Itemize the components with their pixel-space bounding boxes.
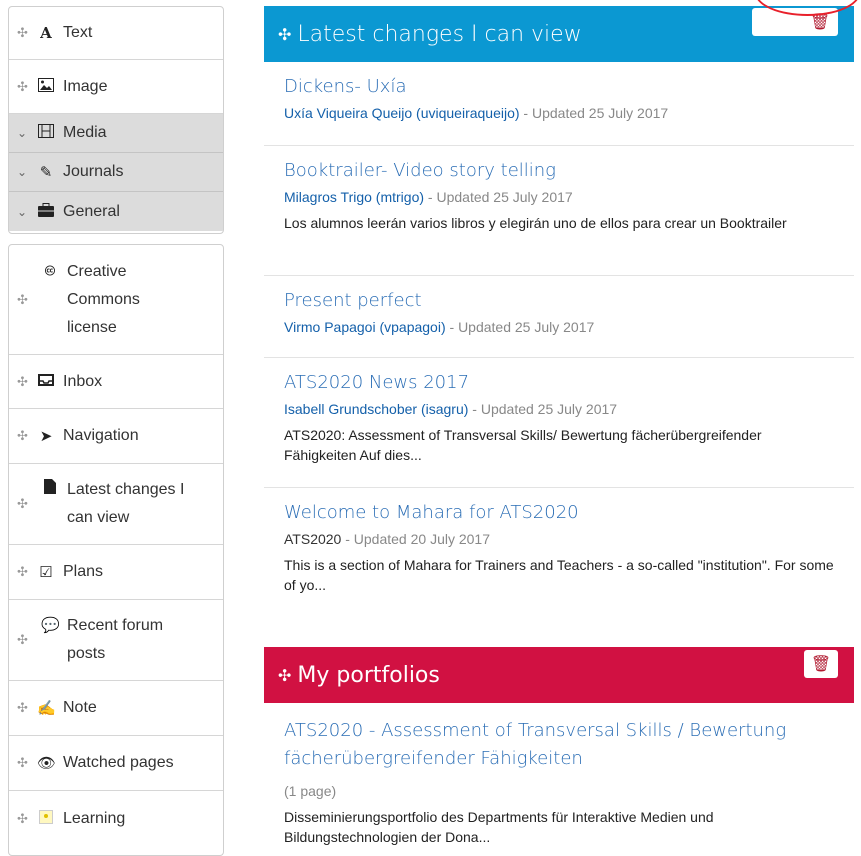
entry-description: Los alumnos leerán varios libros y elegi… <box>284 215 787 231</box>
drag-handle-icon[interactable]: ✣ <box>278 666 291 685</box>
drag-handle-icon[interactable]: ✣ <box>17 564 31 580</box>
drag-handle-icon[interactable]: ✣ <box>17 428 31 444</box>
drag-handle-icon[interactable]: ✣ <box>17 496 31 512</box>
block-label: Watched pages <box>63 754 174 771</box>
updated-date: - Updated 25 July 2017 <box>468 401 618 417</box>
block-navigation[interactable]: ✣ ➤ Navigation <box>9 409 223 464</box>
drag-handle-icon[interactable]: ✣ <box>17 632 31 648</box>
portfolio-description: Disseminierungsportfolio des Departments… <box>284 809 714 845</box>
block-label: Commons license <box>67 290 140 336</box>
block-image[interactable]: ✣ Image <box>9 60 223 114</box>
drag-handle-icon[interactable]: ✣ <box>278 25 291 44</box>
category-label: Journals <box>63 163 124 180</box>
block-label: Plans <box>63 563 104 580</box>
author-link[interactable]: Isabell Grundschober (isagru) <box>284 401 468 417</box>
block-label: Learning <box>63 809 126 827</box>
checkbox-icon: ☑ <box>39 564 53 581</box>
portfolio-title-link[interactable]: ATS2020 - Assessment of Transversal Skil… <box>284 717 834 773</box>
block-text[interactable]: ✣ A Text <box>9 7 223 60</box>
list-item: ATS2020 - Assessment of Transversal Skil… <box>264 703 854 853</box>
list-item: Dickens- Uxía Uxía Viqueira Queijo (uviq… <box>264 62 854 146</box>
author-link[interactable]: Virmo Papagoi (vpapagoi) <box>284 319 446 335</box>
block-learning[interactable]: ✣ Learning <box>9 791 223 846</box>
entry-description: This is a section of Mahara for Trainers… <box>284 557 834 593</box>
block-note[interactable]: ✣ ✍ Note <box>9 681 223 736</box>
inbox-icon <box>37 373 55 390</box>
chevron-down-icon: ⌄ <box>17 165 28 179</box>
image-icon <box>37 77 55 96</box>
entry-title-link[interactable]: Dickens- Uxía <box>284 76 834 97</box>
eye-icon: 👁 <box>37 755 57 772</box>
block-title: My portfolios <box>297 662 440 688</box>
block-inbox[interactable]: ✣ Inbox <box>9 355 223 409</box>
block-watched-pages[interactable]: ✣ 👁 Watched pages <box>9 736 223 791</box>
category-media[interactable]: ⌄ Media <box>9 114 223 153</box>
category-general[interactable]: ⌄ General <box>9 192 223 231</box>
my-portfolios-header[interactable]: ✣ My portfolios <box>264 647 854 703</box>
block-label: Inbox <box>63 372 103 390</box>
block-title: Latest changes I can view <box>297 21 582 47</box>
pencil-icon: ✎ <box>39 164 53 181</box>
edit-icon: ✍ <box>37 700 56 717</box>
page-count: (1 page) <box>284 783 337 799</box>
author-name: ATS2020 <box>284 531 342 547</box>
updated-date: - Updated 20 July 2017 <box>341 531 490 547</box>
block-label: Navigation <box>63 427 139 444</box>
chevron-down-icon: ⌄ <box>17 126 28 140</box>
drag-handle-icon[interactable]: ✣ <box>17 374 31 390</box>
file-icon <box>41 476 59 504</box>
entry-title-link[interactable]: ATS2020 News 2017 <box>284 372 834 393</box>
text-icon: A <box>40 24 52 42</box>
drag-handle-icon[interactable]: ✣ <box>17 79 31 95</box>
learning-icon <box>37 809 55 828</box>
trash-icon[interactable]: 🗑 <box>804 650 838 678</box>
block-plans[interactable]: ✣ ☑ Plans <box>9 545 223 600</box>
creative-commons-icon: 🅭 <box>45 262 55 280</box>
entry-title-link[interactable]: Booktrailer- Video story telling <box>284 160 834 181</box>
drag-handle-icon[interactable]: ✣ <box>17 811 31 827</box>
entry-title-link[interactable]: Present perfect <box>284 290 834 311</box>
briefcase-icon <box>37 202 55 221</box>
location-arrow-icon: ➤ <box>39 428 53 445</box>
updated-date: - Updated 25 July 2017 <box>424 189 573 205</box>
updated-date: - Updated 25 July 2017 <box>445 319 595 335</box>
author-link[interactable]: Milagros Trigo (mtrigo) <box>284 189 424 205</box>
category-journals[interactable]: ⌄ ✎ Journals <box>9 153 223 192</box>
block-recent-forum-posts[interactable]: ✣ 💬 Recent forum posts <box>9 600 223 681</box>
film-icon <box>37 124 55 142</box>
block-label: Text <box>63 24 93 41</box>
comments-icon: 💬 <box>41 617 60 634</box>
category-label: General <box>63 202 120 220</box>
block-group-basic: ✣ A Text ✣ Image ⌄ Media ⌄ ✎ Journals ⌄ <box>8 6 224 234</box>
block-label: Image <box>63 77 108 95</box>
entry-title-link[interactable]: Welcome to Mahara for ATS2020 <box>284 502 834 523</box>
author-link[interactable]: Uxía Viqueira Queijo (uviqueiraqueijo) <box>284 105 520 121</box>
block-group-general: ✣ 🅭 Creative Commons license ✣ Inbox ✣ ➤ N… <box>8 244 224 856</box>
updated-date: - Updated 25 July 2017 <box>519 105 669 121</box>
drag-handle-icon[interactable]: ✣ <box>17 700 31 716</box>
block-creative-commons[interactable]: ✣ 🅭 Creative Commons license <box>9 245 223 355</box>
entry-description: ATS2020: Assessment of Transversal Skill… <box>284 427 762 463</box>
drag-handle-icon[interactable]: ✣ <box>17 292 31 308</box>
list-item: Welcome to Mahara for ATS2020 ATS2020 - … <box>264 488 854 618</box>
list-item: Booktrailer- Video story telling Milagro… <box>264 146 854 276</box>
chevron-down-icon: ⌄ <box>17 204 28 219</box>
list-item: ATS2020 News 2017 Isabell Grundschober (… <box>264 358 854 488</box>
category-label: Media <box>63 124 107 141</box>
list-item: Present perfect Virmo Papagoi (vpapagoi)… <box>264 276 854 358</box>
block-label: Note <box>63 699 97 716</box>
block-latest-changes[interactable]: ✣ Latest changes I can view <box>9 464 223 545</box>
drag-handle-icon[interactable]: ✣ <box>17 25 31 41</box>
drag-handle-icon[interactable]: ✣ <box>17 755 31 771</box>
